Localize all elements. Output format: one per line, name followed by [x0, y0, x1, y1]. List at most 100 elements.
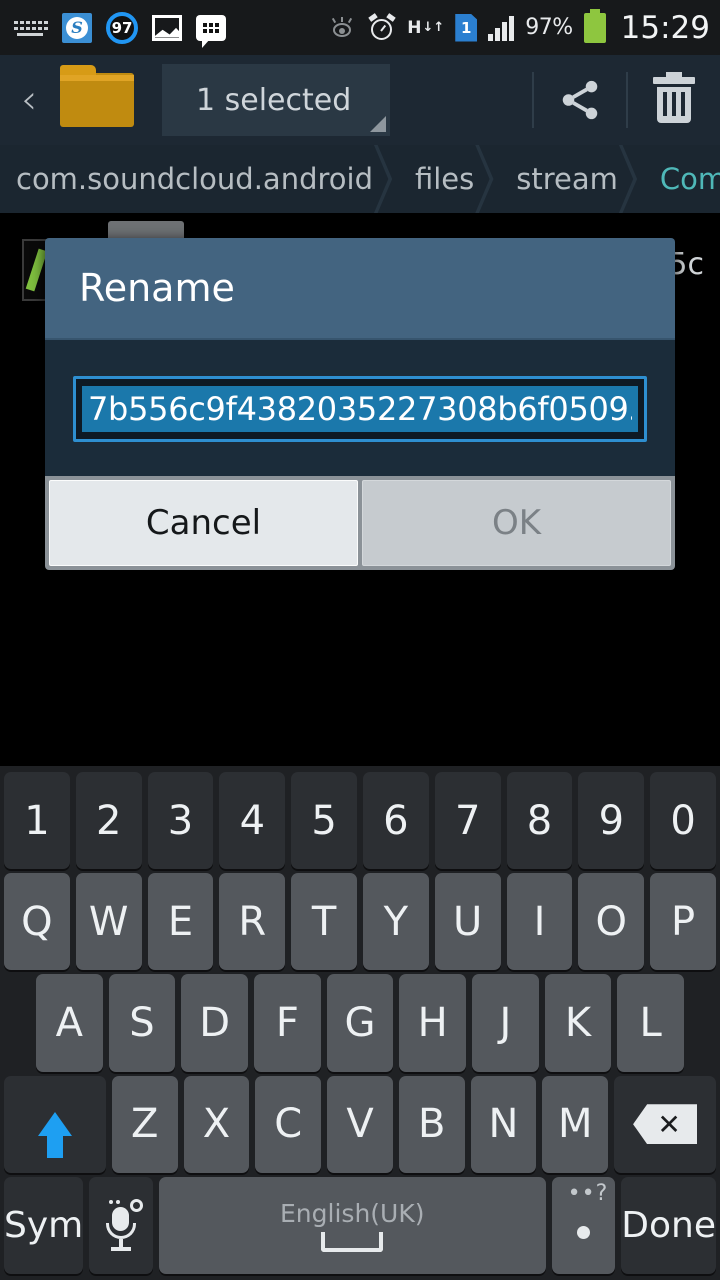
microphone-settings-icon	[99, 1199, 143, 1251]
key-7[interactable]: 7	[434, 772, 501, 870]
eye-icon	[329, 16, 357, 40]
share-button[interactable]	[534, 55, 626, 145]
key-y[interactable]: Y	[363, 873, 429, 971]
key-t[interactable]: T	[291, 873, 357, 971]
key-6[interactable]: 6	[363, 772, 429, 870]
backspace-key[interactable]: ✕	[614, 1075, 717, 1173]
key-d[interactable]: D	[181, 974, 248, 1072]
clock-label: 15:29	[620, 9, 710, 46]
key-0[interactable]: 0	[650, 772, 716, 870]
selection-spinner[interactable]: 1 selected	[162, 64, 390, 136]
space-language-label: English(UK)	[280, 1198, 425, 1228]
skype-letter: S	[66, 16, 88, 39]
space-bar-icon	[321, 1231, 384, 1252]
keyboard-row-home: A S D F G H J K L	[4, 974, 716, 1072]
key-n[interactable]: N	[470, 1075, 537, 1173]
key-o[interactable]: O	[578, 873, 645, 971]
shift-up-arrow-icon	[37, 1112, 72, 1159]
breadcrumb: com.soundcloud.android files stream Comp…	[0, 145, 720, 213]
key-v[interactable]: V	[327, 1075, 393, 1173]
period-key[interactable]: ••?	[551, 1176, 616, 1275]
status-bar: S 97 H ↓↑ 1 97% 15:29	[0, 0, 720, 55]
hspeed-icon: H ↓↑	[407, 17, 445, 38]
key-4[interactable]: 4	[219, 772, 286, 870]
rename-dialog: Rename Cancel OK	[45, 238, 675, 570]
phone-screen: S 97 H ↓↑ 1 97% 15:29 ‹ 1 selected com.s…	[0, 0, 720, 1280]
key-2[interactable]: 2	[75, 772, 142, 870]
key-l[interactable]: L	[617, 974, 685, 1072]
battery-percent-label: 97%	[525, 15, 573, 40]
folder-icon[interactable]	[60, 65, 134, 127]
status-bar-right-icons: H ↓↑ 1 97% 15:29	[329, 8, 710, 46]
key-a[interactable]: A	[35, 974, 103, 1072]
key-h[interactable]: H	[399, 974, 467, 1072]
symbols-key[interactable]: Sym	[4, 1176, 84, 1275]
trash-icon	[653, 72, 695, 123]
key-e[interactable]: E	[147, 873, 214, 971]
key-u[interactable]: U	[434, 873, 501, 971]
keyboard-row-function: Sym English(UK) ••? Done	[4, 1176, 717, 1275]
breadcrumb-item-1[interactable]: files	[399, 145, 500, 213]
backspace-icon: ✕	[633, 1104, 698, 1145]
alarm-icon	[368, 12, 396, 42]
key-c[interactable]: C	[255, 1075, 322, 1173]
space-key[interactable]: English(UK)	[158, 1176, 546, 1275]
key-p[interactable]: P	[650, 873, 716, 971]
keyboard-row-bottom: Z X C V B N M ✕	[3, 1075, 717, 1173]
period-hint-label: ••?	[567, 1180, 608, 1206]
key-q[interactable]: Q	[4, 873, 70, 971]
bbm-icon	[196, 14, 226, 48]
key-f[interactable]: F	[254, 974, 321, 1072]
back-button[interactable]: ‹	[0, 55, 58, 145]
shift-key[interactable]	[3, 1075, 106, 1173]
rename-input[interactable]	[82, 386, 638, 432]
keyboard-row-top: Q W E R T Y U I O P	[4, 873, 716, 971]
dialog-header: Rename	[45, 238, 675, 340]
key-x[interactable]: X	[183, 1075, 250, 1173]
on-screen-keyboard: 1 2 3 4 5 6 7 8 9 0 Q W E R T Y U I O P …	[0, 766, 720, 1280]
key-j[interactable]: J	[472, 974, 539, 1072]
action-bar: ‹ 1 selected	[0, 55, 720, 145]
key-g[interactable]: G	[326, 974, 394, 1072]
keyboard-icon	[14, 18, 48, 38]
key-5[interactable]: 5	[291, 772, 357, 870]
status-bar-left-icons: S 97	[14, 11, 226, 48]
key-s[interactable]: S	[108, 974, 176, 1072]
battery-icon	[583, 8, 606, 43]
bbm-dots	[203, 22, 219, 33]
skype-icon: S	[62, 12, 92, 43]
selection-label: 1 selected	[196, 82, 352, 118]
hspeed-letter: H	[407, 17, 422, 38]
done-key[interactable]: Done	[621, 1176, 717, 1275]
gallery-icon	[152, 14, 182, 41]
dialog-title: Rename	[79, 266, 235, 310]
hspeed-arrows: ↓↑	[422, 19, 445, 35]
key-8[interactable]: 8	[506, 772, 573, 870]
dialog-buttons: Cancel OK	[45, 476, 675, 570]
key-9[interactable]: 9	[578, 772, 645, 870]
notification-count-icon: 97	[106, 11, 138, 44]
delete-button[interactable]	[628, 55, 720, 145]
key-w[interactable]: W	[75, 873, 142, 971]
key-k[interactable]: K	[544, 974, 612, 1072]
breadcrumb-item-2[interactable]: stream	[500, 145, 644, 213]
breadcrumb-item-0[interactable]: com.soundcloud.android	[0, 145, 399, 213]
share-icon	[562, 80, 598, 120]
key-1[interactable]: 1	[4, 772, 70, 870]
key-i[interactable]: I	[506, 873, 573, 971]
period-dot-icon	[577, 1225, 591, 1239]
keyboard-row-numbers: 1 2 3 4 5 6 7 8 9 0	[4, 772, 716, 870]
sim-icon: 1	[455, 13, 478, 42]
key-m[interactable]: M	[542, 1075, 609, 1173]
key-z[interactable]: Z	[111, 1075, 178, 1173]
key-3[interactable]: 3	[147, 772, 214, 870]
key-r[interactable]: R	[219, 873, 286, 971]
breadcrumb-item-3[interactable]: Complete	[644, 145, 720, 213]
voice-input-key[interactable]	[89, 1176, 153, 1275]
rename-input-wrapper[interactable]	[73, 376, 647, 442]
ok-button[interactable]: OK	[362, 480, 671, 566]
signal-icon	[488, 15, 515, 41]
dialog-body	[45, 340, 675, 476]
cancel-button[interactable]: Cancel	[49, 480, 358, 566]
key-b[interactable]: B	[398, 1075, 465, 1173]
